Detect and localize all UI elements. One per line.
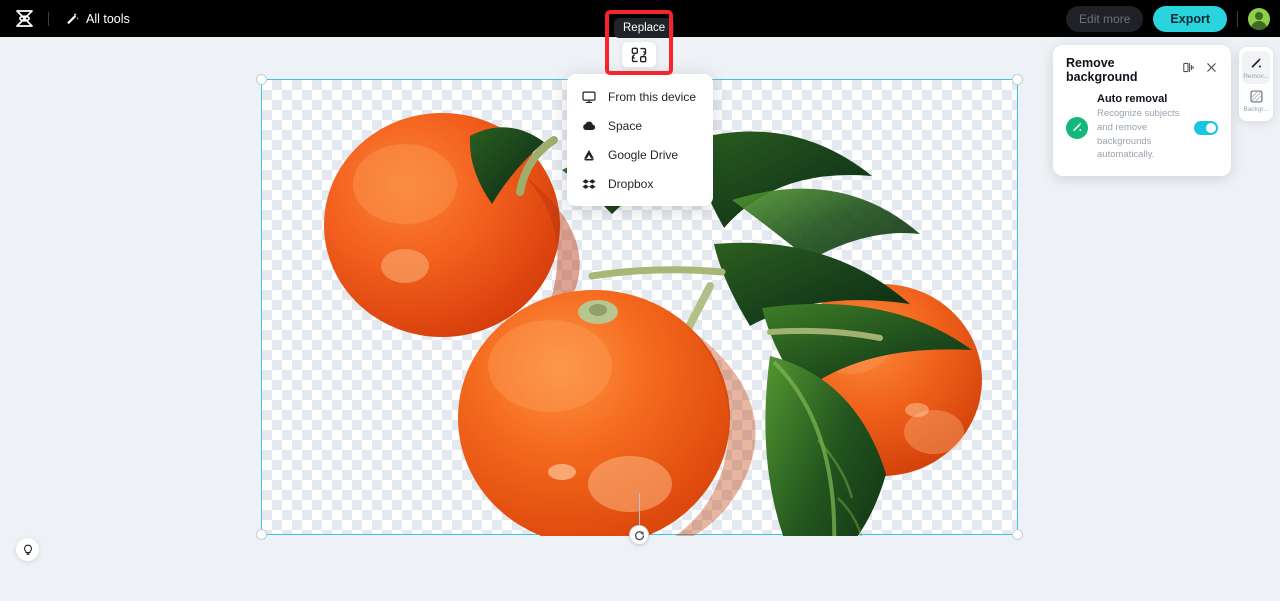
header-divider — [48, 11, 49, 26]
monitor-icon — [581, 90, 596, 104]
auto-removal-toggle[interactable] — [1194, 120, 1218, 135]
dropbox-icon — [581, 177, 596, 191]
menu-item-from-this-device[interactable]: From this device — [567, 82, 713, 111]
rotate-handle-stem — [639, 493, 640, 527]
auto-removal-title: Auto removal — [1097, 93, 1168, 105]
menu-item-google-drive[interactable]: Google Drive — [567, 140, 713, 169]
panel-header: Remove background — [1066, 56, 1218, 84]
replace-swap-icon — [631, 47, 647, 62]
edit-more-button[interactable]: Edit more — [1066, 5, 1144, 32]
cloud-icon — [581, 119, 596, 133]
rail-item-background[interactable]: Backgr... — [1242, 84, 1270, 117]
rail-item-label: Remov... — [1243, 73, 1269, 80]
header-divider-right — [1237, 10, 1238, 27]
capcut-logo[interactable] — [0, 9, 48, 28]
rotate-handle[interactable] — [629, 525, 649, 545]
all-tools-label: All tools — [86, 11, 130, 26]
google-drive-icon — [581, 148, 596, 162]
user-avatar[interactable] — [1248, 7, 1270, 30]
rotate-icon — [634, 530, 644, 540]
resize-handle-bottom-left[interactable] — [256, 529, 267, 540]
right-tool-rail: Remov... Backgr... — [1239, 47, 1273, 121]
menu-item-label: Google Drive — [608, 147, 679, 162]
lightbulb-icon — [23, 544, 32, 555]
export-button[interactable]: Export — [1153, 5, 1227, 32]
rail-item-remove[interactable]: Remov... — [1242, 51, 1270, 84]
capcut-logo-icon — [15, 10, 33, 27]
magic-wand-icon — [67, 12, 79, 24]
menu-item-space[interactable]: Space — [567, 111, 713, 140]
panel-actions — [1182, 61, 1218, 79]
rail-item-label: Backgr... — [1243, 106, 1269, 113]
resize-handle-top-left[interactable] — [256, 74, 267, 85]
all-tools-button[interactable]: All tools — [65, 12, 130, 26]
replace-button[interactable] — [621, 41, 657, 68]
magic-wand-icon — [1066, 116, 1088, 139]
compare-split-icon[interactable] — [1182, 61, 1195, 79]
menu-item-label: Dropbox — [608, 176, 654, 191]
panel-title: Remove background — [1066, 56, 1138, 84]
auto-removal-row: Auto removal Recognize subjects and remo… — [1066, 93, 1218, 162]
replace-source-menu: From this device Space Google Drive Drop… — [567, 74, 713, 206]
close-icon[interactable] — [1205, 61, 1218, 79]
menu-item-label: Space — [608, 118, 643, 133]
checker-square-icon — [1249, 90, 1263, 103]
magic-wand-icon — [1250, 57, 1261, 68]
capcut-editor-window: All tools Edit more Export Replace From … — [0, 0, 1280, 601]
resize-handle-top-right[interactable] — [1012, 74, 1023, 85]
help-tips-button[interactable] — [16, 538, 39, 561]
menu-item-label: From this device — [608, 89, 697, 104]
header-right-actions: Edit more Export — [1066, 0, 1270, 37]
menu-item-dropbox[interactable]: Dropbox — [567, 169, 713, 198]
resize-handle-bottom-right[interactable] — [1012, 529, 1023, 540]
remove-background-panel: Remove background Auto removal Recognize… — [1053, 45, 1231, 177]
auto-removal-description: Recognize subjects and remove background… — [1097, 108, 1180, 161]
replace-tooltip: Replace — [614, 18, 675, 38]
auto-removal-text: Auto removal Recognize subjects and remo… — [1097, 93, 1185, 162]
